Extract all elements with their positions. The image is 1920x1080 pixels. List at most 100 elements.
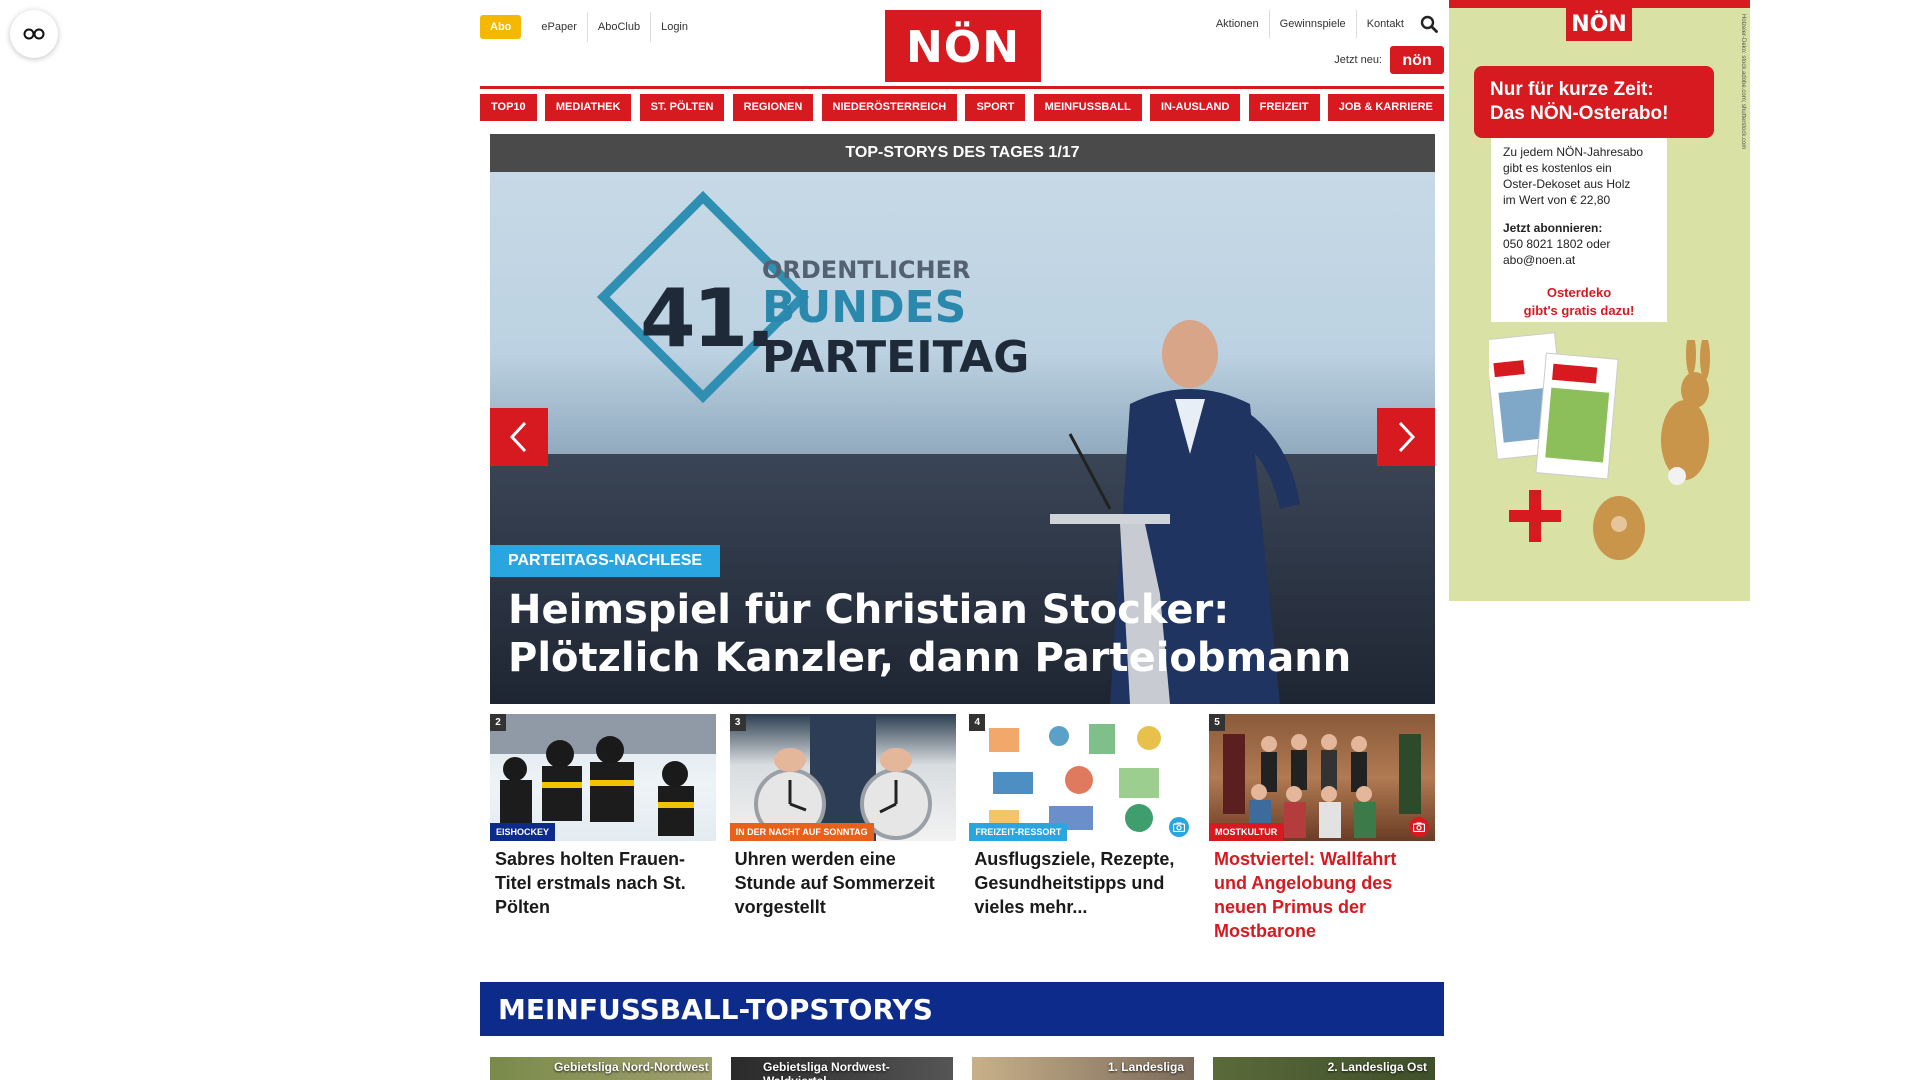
nav-item-meinfussball[interactable]: MEINFUSSBALL (1033, 94, 1142, 121)
ad-body-line: gibt es kostenlos ein (1503, 161, 1612, 175)
meinfussball-thumbnails: Gebietsliga Nord-Nordwest Gebietsliga No… (490, 1057, 1435, 1080)
nav-item-st-poelten[interactable]: ST. PÖLTEN (639, 94, 725, 121)
nav-item-job-karriere[interactable]: JOB & KARRIERE (1327, 94, 1444, 121)
card-title[interactable]: Uhren werden eine Stunde auf Sommerzeit … (730, 841, 956, 919)
gallery-badge (1408, 817, 1429, 837)
screen-number: 41. (640, 272, 776, 365)
meinfussball-section-title[interactable]: MEINFUSSBALL-TOPSTORYS (480, 982, 1444, 1036)
ad-cta-line: 050 8021 1802 oder (1503, 237, 1611, 251)
osterabo-ad[interactable]: NÖN Holzeier-Deko: stock.adobe.com; shut… (1449, 0, 1750, 601)
account-links: Abo ePaper AboClub Login (480, 12, 698, 42)
gewinnspiele-link[interactable]: Gewinnspiele (1268, 10, 1356, 38)
service-links: Aktionen Gewinnspiele Kontakt (1206, 10, 1444, 38)
ad-headline-line2: Das NÖN-Osterabo! (1490, 103, 1669, 124)
nav-item-mediathek[interactable]: MEDIATHEK (544, 94, 632, 121)
story-card[interactable]: 4 FREIZEIT-RESSORT Ausflugsziele, Rezept… (969, 714, 1196, 943)
search-icon (1420, 15, 1438, 33)
slider-title: TOP-STORYS DES TAGES 1/17 (490, 134, 1435, 172)
jetzt-neu-label: Jetzt neu: (1334, 54, 1382, 66)
camera-icon (1173, 822, 1186, 832)
card-category-tag[interactable]: EISHOCKEY (490, 823, 556, 841)
epaper-link[interactable]: ePaper (531, 12, 586, 42)
screen-big-text: PARTEITAG (762, 332, 1030, 383)
nav-item-in-ausland[interactable]: IN-AUSLAND (1149, 94, 1241, 121)
alarm-clocks-image (753, 714, 932, 841)
nav-item-sport[interactable]: SPORT (965, 94, 1026, 121)
reader-mode-button[interactable] (10, 10, 58, 58)
card-title[interactable]: Mostviertel: Wallfahrt und Angelobung de… (1209, 841, 1435, 943)
meinfussball-thumb[interactable]: Gebietsliga Nordwest-Waldviertel (731, 1057, 953, 1080)
newspaper-image (1489, 332, 1619, 480)
ad-gift-text: Osterdeko gibt's gratis dazu! (1503, 284, 1655, 320)
card-rank: 3 (729, 714, 746, 731)
hero-category-tag[interactable]: PARTEITAGS-NACHLESE (490, 545, 721, 577)
ad-cta-title: Jetzt abonnieren: (1503, 221, 1603, 235)
card-title[interactable]: Sabres holten Frauen-Titel erstmals nach… (490, 841, 716, 919)
hero-headline[interactable]: Heimspiel für Christian Stocker: Plötzli… (508, 586, 1418, 682)
ad-body-line: im Wert von € 22,80 (1503, 193, 1611, 207)
leisure-illustration-image (989, 724, 1162, 832)
meinfussball-thumb[interactable]: Gebietsliga Nord-Nordwest (490, 1057, 712, 1080)
ad-gift-line2: gibt's gratis dazu! (1523, 303, 1635, 318)
ad-headline: Nur für kurze Zeit: Das NÖN-Osterabo! (1474, 66, 1714, 138)
slider-prev-button[interactable] (490, 408, 548, 466)
story-card[interactable]: 3 IN DER NACHT AUF SONNTAG Uhren werden … (729, 714, 956, 943)
slider-next-button[interactable] (1377, 408, 1435, 466)
nav-item-freizeit[interactable]: FREIZEIT (1248, 94, 1320, 121)
league-label: 2. Landesliga Ost (1327, 1060, 1427, 1074)
main-nav: TOP10 MEDIATHEK ST. PÖLTEN REGIONEN NIED… (480, 86, 1444, 121)
card-image[interactable]: 3 IN DER NACHT AUF SONNTAG (729, 714, 956, 841)
league-label: Gebietsliga Nord-Nordwest (554, 1060, 709, 1074)
card-image[interactable]: 2 EISHOCKEY (490, 714, 716, 841)
abo-button[interactable]: Abo (480, 15, 522, 39)
site-header: Abo ePaper AboClub Login NÖN Aktionen Ge… (480, 0, 1444, 90)
wooden-egg-image (1593, 496, 1645, 560)
login-link[interactable]: Login (650, 12, 698, 42)
chevron-right-icon (1398, 421, 1416, 453)
noen-logo[interactable]: NÖN (885, 10, 1041, 82)
ad-credit-text: Holzeier-Deko: stock.adobe.com; shutters… (1740, 14, 1746, 150)
aktionen-link[interactable]: Aktionen (1206, 10, 1269, 38)
card-rank: 4 (969, 714, 986, 731)
nav-item-regionen[interactable]: REGIONEN (732, 94, 814, 121)
ad-body-line: Oster-Dekoset aus Holz (1503, 177, 1631, 191)
card-category-tag[interactable]: IN DER NACHT AUF SONNTAG (729, 823, 874, 841)
card-category-tag[interactable]: FREIZEIT-RESSORT (969, 823, 1068, 841)
story-cards: 2 EISHOCKEY Sabres holten Frauen-Titel e… (490, 714, 1435, 943)
plus-icon (1509, 490, 1561, 542)
screen-small-text: ORDENTLICHER (762, 256, 971, 284)
card-rank: 5 (1208, 714, 1225, 731)
ad-text-box: Zu jedem NÖN-Jahresabo gibt es kostenlos… (1491, 138, 1667, 322)
chevron-left-icon (509, 421, 527, 453)
meinfussball-thumb[interactable]: 2. Landesliga Ost (1213, 1057, 1435, 1080)
ad-noen-logo: NÖN (1566, 5, 1632, 41)
wooden-bunny-image (1661, 340, 1710, 485)
card-category-tag[interactable]: MOSTKULTUR (1208, 823, 1284, 841)
league-label: Gebietsliga Nordwest-Waldviertel (763, 1060, 890, 1080)
league-label: 1. Landesliga (1107, 1060, 1184, 1074)
camera-icon (1412, 822, 1425, 832)
nav-item-top10[interactable]: TOP10 (480, 94, 537, 121)
search-button[interactable] (1414, 15, 1444, 33)
meinfussball-thumb[interactable]: 1. Landesliga (972, 1057, 1194, 1080)
card-image[interactable]: 5 MOSTKULTUR (1208, 714, 1435, 841)
page: Abo ePaper AboClub Login NÖN Aktionen Ge… (0, 0, 1920, 1080)
story-card[interactable]: 2 EISHOCKEY Sabres holten Frauen-Titel e… (490, 714, 716, 943)
top-story-slider[interactable]: TOP-STORYS DES TAGES 1/17 41. ORDENTLICH… (490, 134, 1435, 704)
card-image[interactable]: 4 FREIZEIT-RESSORT (969, 714, 1196, 841)
hockey-players-image (490, 714, 716, 836)
nav-item-niederoesterreich[interactable]: NIEDERÖSTERREICH (821, 94, 958, 121)
ad-cta-line: abo@noen.at (1503, 253, 1576, 267)
kontakt-link[interactable]: Kontakt (1355, 10, 1414, 38)
card-rank: 2 (490, 714, 506, 731)
ad-gift-line1: Osterdeko (1546, 285, 1612, 300)
screen-mid-text: BUNDES (762, 282, 967, 333)
ad-headline-line1: Nur für kurze Zeit: (1490, 79, 1654, 100)
ad-body-line: Zu jedem NÖN-Jahresabo (1503, 145, 1644, 159)
glasses-icon (23, 28, 45, 40)
jetzt-neu: Jetzt neu: nön (1334, 46, 1444, 74)
story-card[interactable]: 5 MOSTKULTUR Mostviertel: Wallfahrt und … (1208, 714, 1435, 943)
card-title[interactable]: Ausflugsziele, Rezepte, Gesundheitstipps… (969, 841, 1195, 919)
jetzt-neu-badge[interactable]: nön (1390, 46, 1444, 74)
aboclub-link[interactable]: AboClub (586, 12, 650, 42)
